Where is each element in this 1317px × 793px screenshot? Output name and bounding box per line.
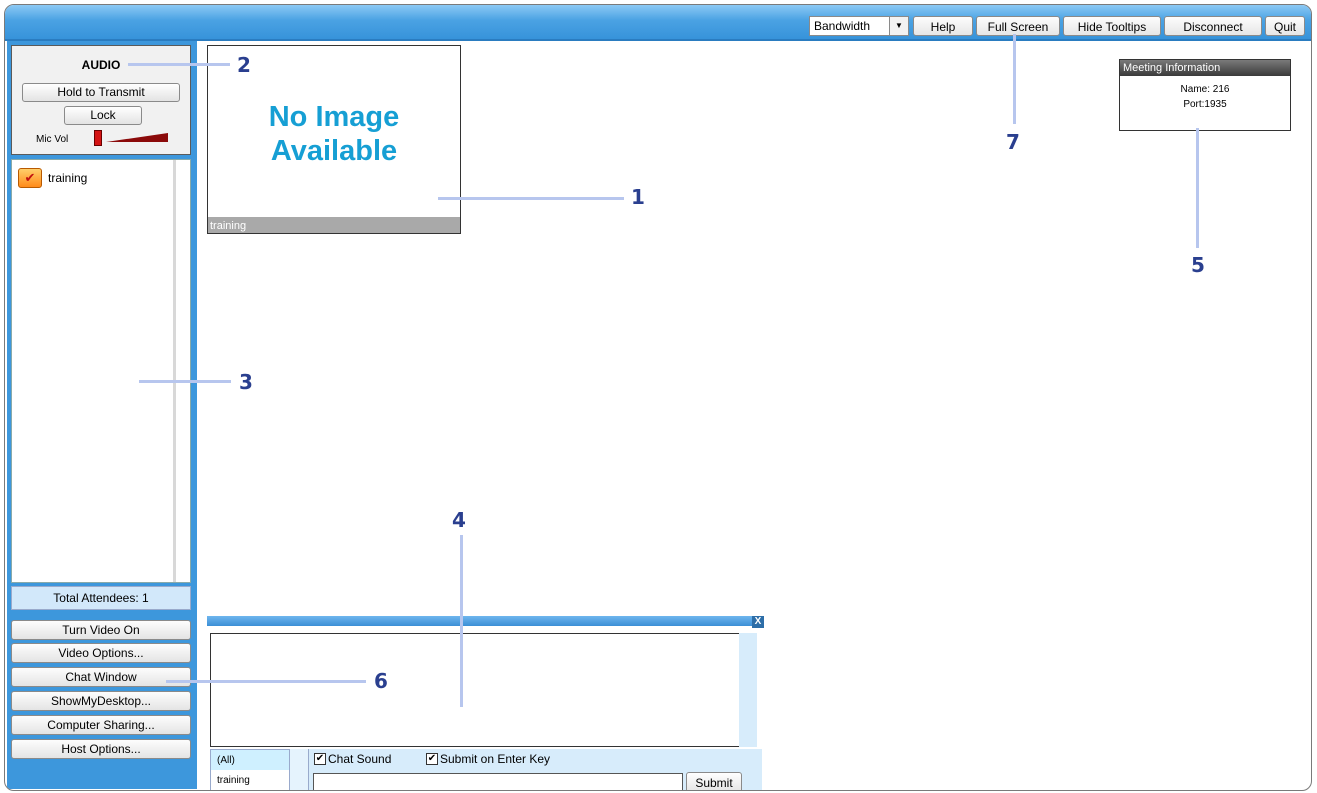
host-options-button[interactable]: Host Options... xyxy=(11,739,191,759)
list-item[interactable]: ✔ training xyxy=(18,168,87,188)
callout-line-3 xyxy=(139,380,231,383)
turn-video-on-button[interactable]: Turn Video On xyxy=(11,620,191,640)
recipient-scrollbar[interactable] xyxy=(290,749,309,790)
chat-controls: (All) training ✔ Chat Sound ✔ Submit on … xyxy=(210,749,762,790)
callout-5: 5 xyxy=(1191,253,1205,277)
callout-3: 3 xyxy=(239,370,253,394)
callout-line-5 xyxy=(1196,128,1199,248)
total-attendees: Total Attendees: 1 xyxy=(11,586,191,610)
callout-7: 7 xyxy=(1006,130,1020,154)
mic-volume-slider[interactable] xyxy=(106,133,168,143)
callout-line-2 xyxy=(128,63,230,66)
chat-sound-label: Chat Sound xyxy=(328,752,392,766)
disconnect-button[interactable]: Disconnect xyxy=(1164,16,1262,36)
meeting-info-title: Meeting Information xyxy=(1120,60,1290,76)
no-image-line1: No Image xyxy=(268,101,400,133)
lock-button[interactable]: Lock xyxy=(64,106,142,125)
user-icon: ✔ xyxy=(18,168,42,188)
checkbox-checked-icon: ✔ xyxy=(314,753,326,765)
video-caption: training xyxy=(208,217,460,233)
callout-4: 4 xyxy=(452,508,466,532)
top-toolbar: Bandwidth ▼ Help Full Screen Hide Toolti… xyxy=(5,5,1311,41)
chat-log xyxy=(210,633,740,747)
bandwidth-value: Bandwidth xyxy=(814,19,871,33)
chat-window-button[interactable]: Chat Window xyxy=(11,667,191,687)
submit-on-enter-label: Submit on Enter Key xyxy=(440,752,551,766)
full-screen-button[interactable]: Full Screen xyxy=(976,16,1060,36)
chat-window: X (All) training ✔ Chat Sound ✔ Submit o… xyxy=(207,616,764,790)
no-image-placeholder: No Image Available xyxy=(208,100,460,168)
chevron-down-icon[interactable]: ▼ xyxy=(889,17,908,35)
callout-line-6 xyxy=(166,680,366,683)
callout-6: 6 xyxy=(374,669,388,693)
callout-1: 1 xyxy=(631,185,645,209)
close-icon[interactable]: X xyxy=(752,616,764,628)
callout-2: 2 xyxy=(237,53,251,77)
callout-line-7 xyxy=(1013,34,1016,124)
video-options-button[interactable]: Video Options... xyxy=(11,643,191,663)
recipient-training[interactable]: training xyxy=(211,770,289,790)
chat-title-bar[interactable] xyxy=(207,616,764,626)
attendee-list: ✔ training xyxy=(11,159,191,583)
chat-message-input[interactable] xyxy=(313,773,683,790)
attendee-scrollbar[interactable] xyxy=(173,160,176,582)
help-button[interactable]: Help xyxy=(913,16,973,36)
show-my-desktop-button[interactable]: ShowMyDesktop... xyxy=(11,691,191,711)
checkbox-checked-icon: ✔ xyxy=(426,753,438,765)
chat-sound-checkbox[interactable]: ✔ Chat Sound xyxy=(314,752,391,766)
callout-line-4 xyxy=(460,535,463,707)
mic-vol-label: Mic Vol xyxy=(36,134,69,145)
callout-line-1 xyxy=(438,197,624,200)
recipient-all[interactable]: (All) xyxy=(211,750,289,770)
meeting-port: Port:1935 xyxy=(1183,99,1227,110)
no-image-line2: Available xyxy=(270,135,398,167)
recipient-list: (All) training xyxy=(210,749,290,790)
attendee-name: training xyxy=(48,171,88,185)
computer-sharing-button[interactable]: Computer Sharing... xyxy=(11,715,191,735)
hide-tooltips-button[interactable]: Hide Tooltips xyxy=(1063,16,1161,36)
quit-button[interactable]: Quit xyxy=(1265,16,1305,36)
left-panel: AUDIO Hold to Transmit Lock Mic Vol ✔ tr… xyxy=(7,41,197,789)
submit-on-enter-checkbox[interactable]: ✔ Submit on Enter Key xyxy=(426,752,550,766)
chat-scrollbar[interactable] xyxy=(739,633,757,747)
app-window: Bandwidth ▼ Help Full Screen Hide Toolti… xyxy=(4,4,1312,791)
submit-button[interactable]: Submit xyxy=(686,772,742,790)
audio-panel: AUDIO Hold to Transmit Lock Mic Vol xyxy=(11,45,191,155)
hold-to-transmit-button[interactable]: Hold to Transmit xyxy=(22,83,180,102)
mic-volume-slider-handle[interactable] xyxy=(94,130,102,146)
meeting-name: Name: 216 xyxy=(1180,84,1230,95)
bandwidth-select[interactable]: Bandwidth ▼ xyxy=(809,16,909,36)
meeting-info-panel: Meeting Information Name: 216 Port:1935 xyxy=(1119,59,1291,131)
